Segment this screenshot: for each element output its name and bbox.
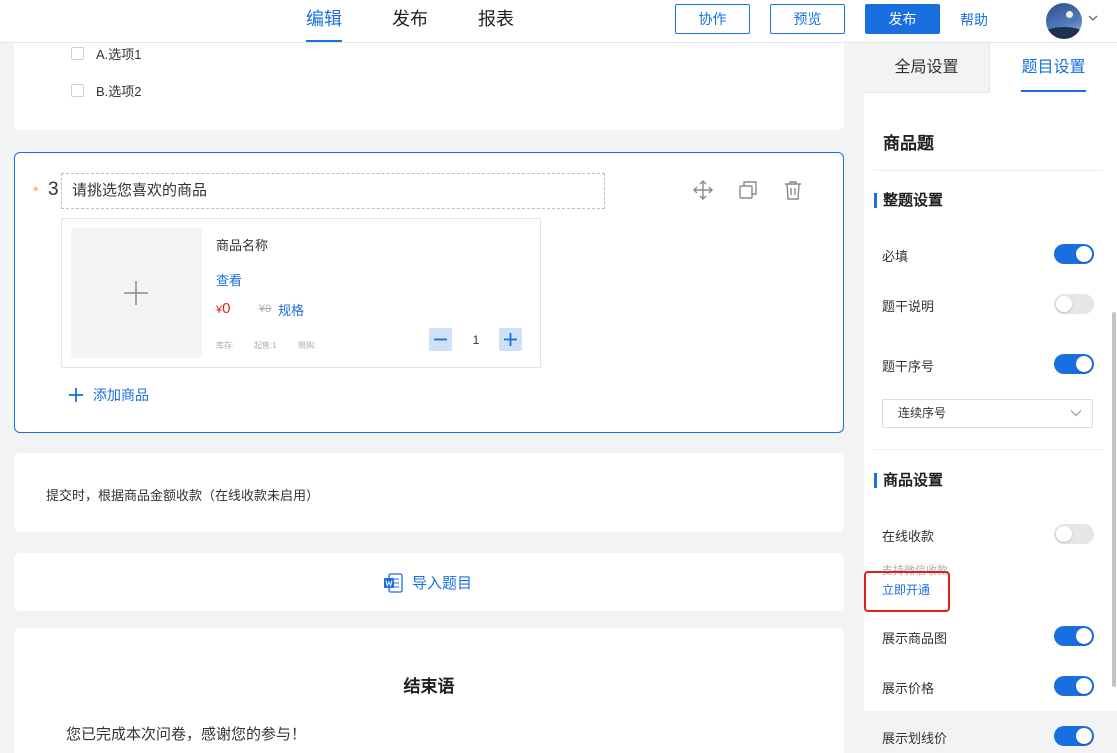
- original-price: ¥0: [259, 303, 272, 315]
- online-payment-toggle[interactable]: [1054, 524, 1094, 544]
- preview-button[interactable]: 预览: [770, 4, 845, 34]
- question-number: 3: [48, 179, 59, 200]
- avatar-moon: [1066, 11, 1073, 18]
- avatar-hill: [1046, 27, 1082, 39]
- question-card-3[interactable]: * 3 请挑选您喜欢的商品 商品名称 查看 ¥0 ¥0 规格 库存: 起售:1 …: [14, 152, 844, 433]
- scrollbar[interactable]: [1112, 312, 1116, 687]
- ending-title[interactable]: 结束语: [14, 672, 844, 697]
- help-link[interactable]: 帮助: [960, 10, 988, 30]
- plus-icon: [123, 280, 149, 306]
- tab-global-settings[interactable]: 全局设置: [864, 43, 990, 93]
- checkbox[interactable]: [71, 84, 84, 97]
- settings-panel: 全局设置 题目设置 商品题 整题设置 必填 题干说明 题干序号 连续序号 商品设…: [864, 43, 1117, 753]
- section-title-product: 商品设置: [874, 473, 943, 488]
- required-toggle[interactable]: [1054, 244, 1094, 264]
- copy-icon[interactable]: [737, 179, 759, 201]
- numbering-toggle[interactable]: [1054, 354, 1094, 374]
- option-item[interactable]: A.选项1: [71, 44, 142, 63]
- plus-icon: [504, 333, 517, 346]
- editor-area: A.选项1 B.选项2 * 3 请挑选您喜欢的商品 商品名称 查看 ¥0 ¥0 …: [0, 43, 864, 753]
- option-label: A.选项1: [96, 47, 142, 62]
- show-price-toggle[interactable]: [1054, 676, 1094, 696]
- show-image-toggle[interactable]: [1054, 626, 1094, 646]
- minus-icon: [434, 338, 447, 341]
- import-card[interactable]: 导入题目: [14, 553, 844, 611]
- divider: [874, 449, 1103, 450]
- product-price: ¥0: [216, 300, 230, 317]
- ending-card[interactable]: 结束语 您已完成本次问卷，感谢您的参与！: [14, 628, 844, 753]
- delete-icon[interactable]: [782, 179, 804, 201]
- panel-heading: 商品题: [883, 134, 934, 153]
- publish-button[interactable]: 发布: [865, 4, 940, 34]
- online-payment-label: 在线收款: [882, 529, 935, 544]
- chevron-down-icon: [1070, 410, 1082, 417]
- checkbox[interactable]: [71, 47, 84, 60]
- decrease-button[interactable]: [429, 328, 452, 351]
- chevron-down-icon[interactable]: [1087, 12, 1099, 24]
- product-item: 商品名称 查看 ¥0 ¥0 规格 库存: 起售:1 限购: 1: [61, 218, 541, 368]
- show-price-label: 展示价格: [882, 681, 935, 696]
- numbering-select[interactable]: 连续序号: [882, 399, 1093, 428]
- numbering-select-value: 连续序号: [898, 406, 947, 420]
- collaborate-button[interactable]: 协作: [675, 4, 750, 34]
- quantity-value: 1: [472, 333, 480, 347]
- increase-button[interactable]: [499, 328, 522, 351]
- stock-label: 库存:: [216, 341, 235, 350]
- min-purchase-label: 起售:1: [254, 341, 277, 350]
- option-label: B.选项2: [96, 84, 142, 99]
- highlight-box: [864, 571, 950, 612]
- add-product-button[interactable]: 添加商品: [69, 385, 149, 405]
- show-image-label: 展示商品图: [882, 631, 948, 646]
- payment-note: 提交时，根据商品金额收款（在线收款未启用）: [46, 488, 320, 503]
- description-toggle[interactable]: [1054, 294, 1094, 314]
- product-name[interactable]: 商品名称: [216, 235, 268, 254]
- product-image-upload[interactable]: [71, 228, 202, 358]
- tab-question-settings[interactable]: 题目设置: [990, 43, 1117, 93]
- section-title-question: 整题设置: [874, 193, 943, 208]
- add-product-label: 添加商品: [93, 387, 149, 403]
- numbering-label: 题干序号: [882, 359, 935, 374]
- spec-link[interactable]: 规格: [278, 300, 304, 319]
- tab-publish[interactable]: 发布: [392, 8, 428, 42]
- ending-text[interactable]: 您已完成本次问卷，感谢您的参与！: [66, 723, 306, 744]
- payment-note-card: 提交时，根据商品金额收款（在线收款未启用）: [14, 453, 844, 532]
- show-strike-price-toggle[interactable]: [1054, 726, 1094, 746]
- import-questions-button[interactable]: 导入题目: [383, 572, 472, 593]
- avatar[interactable]: [1046, 3, 1082, 39]
- required-label: 必填: [882, 249, 909, 264]
- tab-question-settings-label: 题目设置: [1021, 46, 1086, 92]
- tab-report[interactable]: 报表: [478, 8, 514, 42]
- purchase-limit-label: 限购:: [298, 341, 317, 350]
- price-value: 0: [222, 300, 231, 317]
- option-item[interactable]: B.选项2: [71, 81, 142, 100]
- required-star: *: [33, 183, 39, 199]
- plus-icon: [69, 388, 83, 402]
- import-label: 导入题目: [412, 575, 473, 592]
- top-bar: 编辑 发布 报表 协作 预览 发布 帮助: [0, 0, 1117, 43]
- description-label: 题干说明: [882, 299, 935, 314]
- divider: [874, 170, 1103, 171]
- tab-edit[interactable]: 编辑: [306, 8, 342, 42]
- question-title-input[interactable]: 请挑选您喜欢的商品: [61, 173, 605, 209]
- view-link[interactable]: 查看: [216, 270, 242, 289]
- move-icon[interactable]: [692, 179, 714, 201]
- show-strike-price-label: 展示划线价: [882, 731, 948, 746]
- word-doc-icon: [384, 572, 403, 593]
